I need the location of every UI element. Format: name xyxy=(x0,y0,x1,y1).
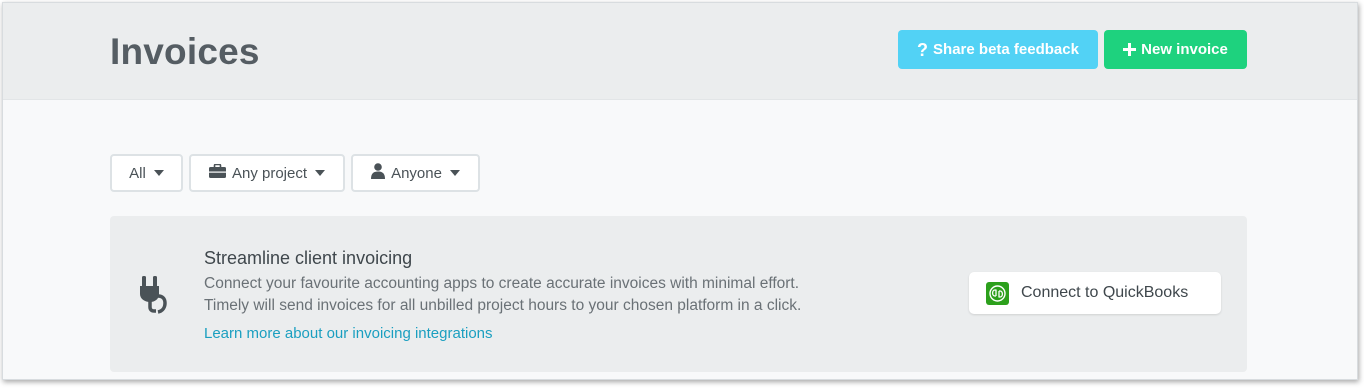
project-filter-dropdown[interactable]: Any project xyxy=(189,154,345,192)
plug-icon xyxy=(139,274,169,314)
share-feedback-button[interactable]: ? Share beta feedback xyxy=(898,30,1098,69)
caret-down-icon xyxy=(153,170,164,176)
share-feedback-label: Share beta feedback xyxy=(933,41,1079,58)
project-filter-label: Any project xyxy=(231,164,308,182)
page-header: Invoices ? Share beta feedback New invoi… xyxy=(3,3,1357,100)
plus-icon xyxy=(1123,41,1137,59)
new-invoice-button[interactable]: New invoice xyxy=(1104,30,1247,69)
app-window: Invoices ? Share beta feedback New invoi… xyxy=(2,2,1358,380)
status-filter-dropdown[interactable]: All xyxy=(110,154,183,192)
user-icon xyxy=(371,163,386,183)
banner-description-line-1: Connect your favourite accounting apps t… xyxy=(204,275,800,292)
caret-down-icon xyxy=(315,170,326,176)
briefcase-icon xyxy=(208,163,226,182)
new-invoice-label: New invoice xyxy=(1141,41,1228,58)
person-filter-dropdown[interactable]: Anyone xyxy=(351,154,480,192)
connect-quickbooks-label: Connect to QuickBooks xyxy=(1021,284,1189,301)
caret-down-icon xyxy=(449,170,460,176)
question-icon: ? xyxy=(917,39,929,60)
person-filter-label: Anyone xyxy=(391,164,442,182)
learn-more-link[interactable]: Learn more about our invoicing integrati… xyxy=(204,325,493,342)
integrations-banner: Streamline client invoicing Connect your… xyxy=(110,216,1247,372)
quickbooks-logo-icon xyxy=(986,281,1009,305)
banner-title: Streamline client invoicing xyxy=(204,248,413,268)
connect-quickbooks-button[interactable]: Connect to QuickBooks xyxy=(969,272,1221,314)
banner-description-line-2: Timely will send invoices for all unbill… xyxy=(204,297,802,314)
status-filter-label: All xyxy=(129,164,146,182)
page-title: Invoices xyxy=(110,31,260,72)
